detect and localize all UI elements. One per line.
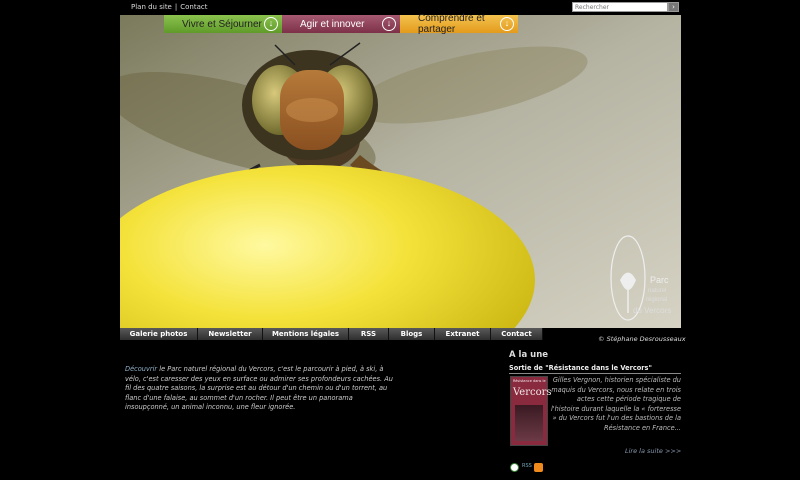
book-series: Résistance dans le [513, 379, 546, 383]
dragonfly-photo: Parc naturel régional du Vercors [120, 15, 681, 328]
book-cover[interactable]: Résistance dans le Vercors [510, 376, 552, 446]
tab-agir-innover[interactable]: Agir et innover ↓ [282, 15, 400, 33]
tab-comprendre-partager[interactable]: Comprendre et partager ↓ [400, 13, 518, 35]
logo-word-4: du Vercors [633, 306, 671, 315]
nav-mentions-legales[interactable]: Mentions légales [263, 328, 349, 340]
intro-body: le Parc naturel régional du Vercors, c'e… [125, 365, 393, 412]
search-box: › [572, 2, 680, 12]
nav-rss[interactable]: RSS [349, 328, 389, 340]
nav-galerie-photos[interactable]: Galerie photos [120, 328, 198, 340]
intro-highlight-link[interactable]: Découvrir [125, 365, 157, 373]
arrow-down-circle-icon: ↓ [382, 17, 396, 31]
link-separator: | [174, 3, 178, 11]
book-photo [515, 405, 543, 441]
tab-label: Agir et innover [300, 18, 365, 30]
read-more-link[interactable]: Lire la suite >>> [625, 447, 681, 455]
footer-icons: RSS [510, 463, 543, 472]
arrow-down-circle-icon: ↓ [264, 17, 278, 31]
book-title: Vercors [513, 387, 552, 398]
sitemap-link[interactable]: Plan du site [131, 3, 172, 11]
logo-word-1: Parc [650, 275, 669, 285]
rss-feed-icon[interactable] [534, 463, 543, 472]
rss-text-icon[interactable]: RSS [522, 463, 532, 472]
nav-blogs[interactable]: Blogs [389, 328, 435, 340]
logo-word-2: naturel [648, 288, 666, 294]
photo-credit: © Stéphane Desrousseaux [598, 335, 686, 343]
footer-nav: Galerie photos Newsletter Mentions légal… [120, 328, 543, 340]
search-input[interactable] [572, 2, 668, 12]
intro-text: Découvrir le Parc naturel régional du Ve… [125, 365, 397, 413]
tab-label: Vivre et Séjourner [182, 18, 262, 30]
nav-newsletter[interactable]: Newsletter [198, 328, 263, 340]
arrow-down-circle-icon: ↓ [500, 17, 514, 31]
nav-extranet[interactable]: Extranet [435, 328, 491, 340]
news-body: Gilles Vergnon, historien spécialiste du… [550, 376, 681, 432]
nav-contact[interactable]: Contact [491, 328, 543, 340]
search-button[interactable]: › [668, 2, 679, 12]
top-links: Plan du site | Contact [131, 3, 207, 11]
news-heading: A la une [509, 350, 549, 360]
tab-vivre-sejourner[interactable]: Vivre et Séjourner ↓ [164, 15, 282, 33]
contact-link[interactable]: Contact [180, 3, 207, 11]
news-title[interactable]: Sortie de "Résistance dans le Vercors" [509, 364, 681, 374]
logo-word-3: régional [646, 297, 667, 303]
hero-image: Parc naturel régional du Vercors [120, 15, 681, 328]
green-logo-icon[interactable] [510, 463, 519, 472]
